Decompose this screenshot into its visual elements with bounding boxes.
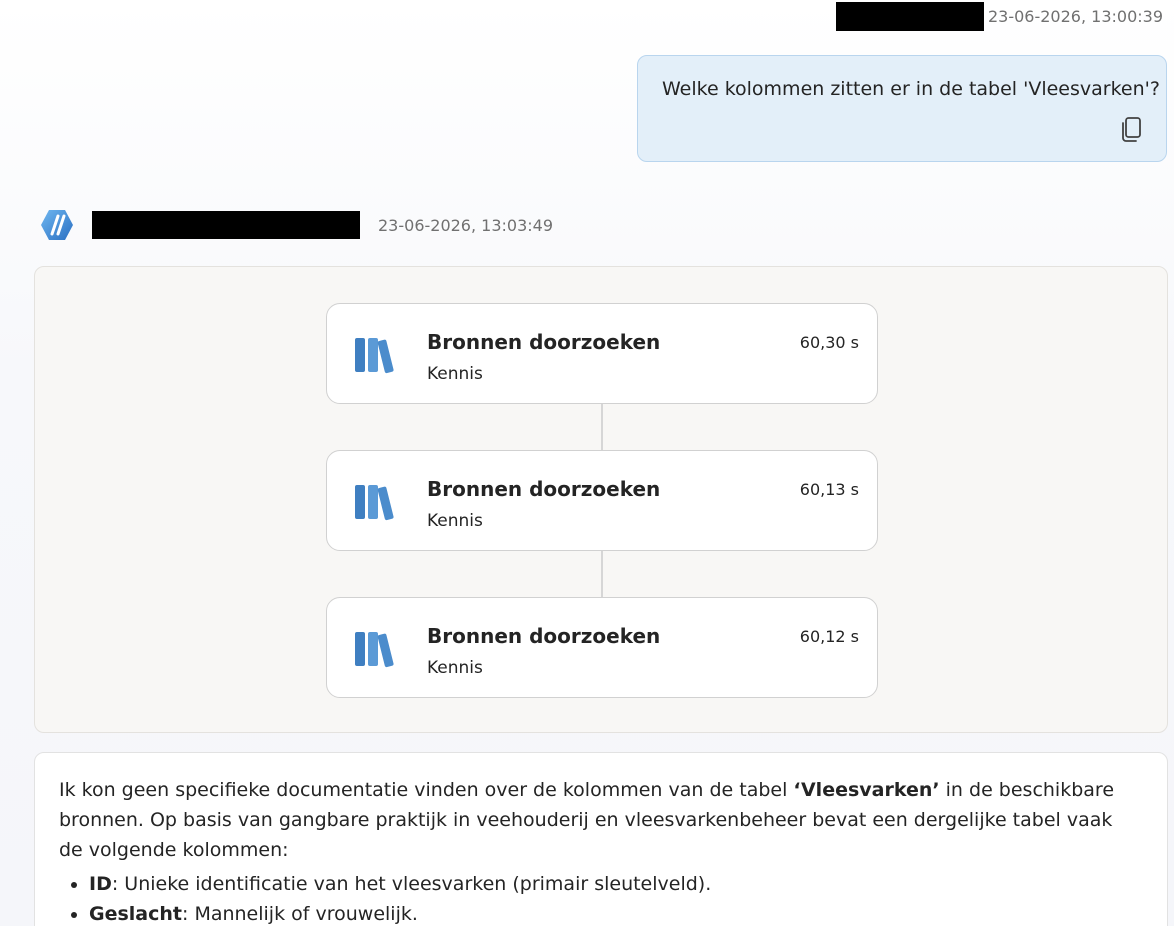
copilot-logo-icon xyxy=(41,210,73,240)
step-connector xyxy=(601,404,603,450)
column-description: : Mannelijk of vrouwelijk. xyxy=(182,903,418,925)
answer-intro-table-name: ‘Vleesvarken’ xyxy=(793,779,940,801)
step-subtitle: Kennis xyxy=(427,511,483,531)
chat-page: 23-06-2026, 13:00:39 Welke kolommen zitt… xyxy=(0,0,1174,926)
step-subtitle: Kennis xyxy=(427,364,483,384)
bot-answer-card: Ik kon geen specifieke documentatie vind… xyxy=(34,752,1168,926)
user-message-header: 23-06-2026, 13:00:39 xyxy=(835,2,1163,31)
redacted-user-name xyxy=(835,2,984,31)
step-title: Bronnen doorzoeken xyxy=(427,477,661,501)
activity-step-3[interactable]: Bronnen doorzoeken Kennis 60,12 s xyxy=(326,597,878,698)
activity-step-1[interactable]: Bronnen doorzoeken Kennis 60,30 s xyxy=(326,303,878,404)
column-description: : Unieke identificatie van het vleesvark… xyxy=(111,873,712,895)
answer-intro-before: Ik kon geen specifieke documentatie vind… xyxy=(59,779,794,801)
user-message-timestamp: 23-06-2026, 13:00:39 xyxy=(987,7,1163,26)
list-item: ID: Unieke identificatie van het vleesva… xyxy=(89,869,1143,899)
step-title: Bronnen doorzoeken xyxy=(427,330,661,354)
column-term: Geslacht xyxy=(89,903,182,925)
bot-message-timestamp: 23-06-2026, 13:03:49 xyxy=(378,215,554,235)
step-duration: 60,30 s xyxy=(799,333,859,352)
column-list: ID: Unieke identificatie van het vleesva… xyxy=(59,869,1143,926)
step-duration: 60,12 s xyxy=(799,627,859,646)
copy-icon[interactable] xyxy=(1120,117,1142,143)
bot-message-header: 23-06-2026, 13:03:49 xyxy=(40,208,553,242)
step-duration: 60,13 s xyxy=(799,480,859,499)
step-connector xyxy=(601,551,603,597)
list-item: Geslacht: Mannelijk of vrouwelijk. xyxy=(89,899,1143,926)
user-message-text: Welke kolommen zitten er in de tabel 'Vl… xyxy=(662,78,1160,100)
books-icon xyxy=(355,632,394,668)
answer-intro: Ik kon geen specifieke documentatie vind… xyxy=(59,775,1119,865)
redacted-bot-name xyxy=(92,211,360,239)
activity-step-2[interactable]: Bronnen doorzoeken Kennis 60,13 s xyxy=(326,450,878,551)
books-icon xyxy=(355,338,394,374)
activity-panel: Bronnen doorzoeken Kennis 60,30 s Bronne… xyxy=(34,266,1168,733)
step-title: Bronnen doorzoeken xyxy=(427,624,661,648)
step-subtitle: Kennis xyxy=(427,658,483,678)
books-icon xyxy=(355,485,394,521)
user-message-bubble: Welke kolommen zitten er in de tabel 'Vl… xyxy=(637,55,1167,162)
column-term: ID xyxy=(89,873,112,895)
